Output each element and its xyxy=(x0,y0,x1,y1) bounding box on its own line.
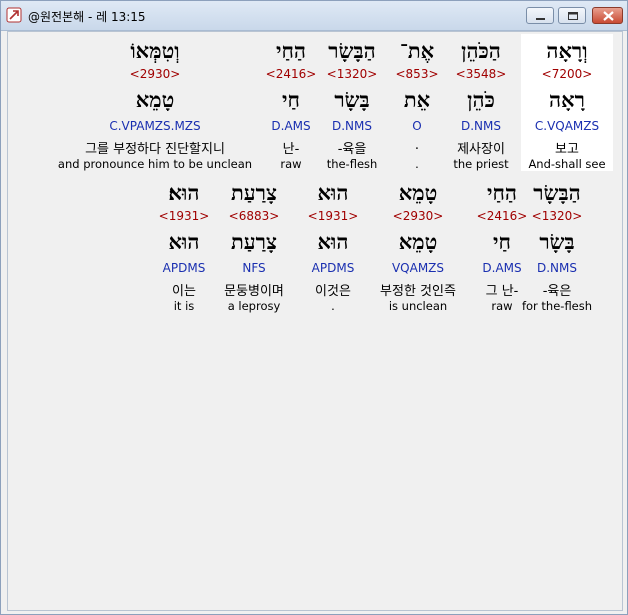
word-lemma: חַי xyxy=(282,87,300,112)
window-title: @원전본해 - 레 13:15 xyxy=(28,10,146,24)
word-hebrew: הַחַי xyxy=(486,180,518,205)
word-parse: NFS xyxy=(242,261,266,275)
word-korean: . xyxy=(414,138,420,153)
word-parse: D.NMS xyxy=(536,261,578,275)
word-lemma: רָאָה xyxy=(549,87,585,112)
word-hebrew: וְטִמְּאוֹ xyxy=(130,38,180,63)
minimize-button[interactable] xyxy=(526,7,554,24)
word-parse: APDMS xyxy=(311,261,355,275)
title-bar[interactable]: @원전본해 - 레 13:15 xyxy=(1,1,627,31)
word-parse: D.NMS xyxy=(460,119,502,133)
minimize-icon xyxy=(536,18,545,20)
word-strongs: <6883> xyxy=(228,209,280,223)
word-lemma: הוּא xyxy=(317,229,349,254)
word-english: it is xyxy=(173,299,195,313)
word-parse: C.VQAMZS xyxy=(534,119,600,133)
word-english: . xyxy=(415,157,419,171)
word-parse: APDMS xyxy=(162,261,206,275)
word-lemma: צָרַעַת xyxy=(230,229,278,254)
word-lemma: אֵת xyxy=(403,87,431,112)
word-lemma: הוּא xyxy=(168,229,200,254)
close-button[interactable] xyxy=(592,7,623,24)
word-english: and pronounce him to be unclean xyxy=(57,157,253,171)
word-hebrew: הַבָּשָׂר xyxy=(328,38,376,63)
word-hebrew: אֶת־ xyxy=(399,38,435,63)
word-english: the-flesh xyxy=(326,157,378,171)
word-english: raw xyxy=(280,157,302,171)
interlinear-view[interactable]: וְרָאָה <7200> רָאָה C.VQAMZS 보고 And-shall se… xyxy=(7,31,623,611)
word-lemma: כֹּהֵן xyxy=(467,87,495,112)
word-strongs: <1931> xyxy=(158,209,210,223)
word-parse: D.AMS xyxy=(271,119,311,133)
word-korean: 이것은 xyxy=(315,284,351,299)
word-korean: 그 난- xyxy=(485,284,519,299)
word-hebrew: הַחַי xyxy=(275,38,307,63)
word-english: . xyxy=(331,299,335,313)
word-strongs: <1320> xyxy=(531,209,583,223)
word-hebrew: הוּא xyxy=(317,180,349,205)
maximize-button[interactable] xyxy=(558,7,586,24)
word-korean: 난- xyxy=(282,142,300,157)
word-strongs: <2416> xyxy=(265,67,317,81)
word-english: is unclean xyxy=(388,299,448,313)
word-strongs: <3548> xyxy=(455,67,507,81)
word-parse: C.VPAMZS.MZS xyxy=(109,119,201,133)
word-strongs: <1320> xyxy=(326,67,378,81)
word-hebrew: טָמֵא xyxy=(398,180,438,205)
word-english: a leprosy xyxy=(227,299,281,313)
word-hebrew: הוּא׃ xyxy=(168,180,200,205)
word-korean: 부정한 것인즉 xyxy=(380,284,456,299)
word-parse: D.AMS xyxy=(482,261,522,275)
word-english: raw xyxy=(491,299,513,313)
word-lemma: חַי xyxy=(493,229,511,254)
app-icon xyxy=(6,7,22,23)
word-korean: 문둥병이며 xyxy=(224,284,284,299)
app-window: @원전본해 - 레 13:15 וְרָאָה <7200> רָאָה C.VQAM… xyxy=(0,0,628,615)
word-hebrew: הַכֹּהֵן xyxy=(461,38,501,63)
maximize-icon xyxy=(568,12,578,20)
word-strongs: <1931> xyxy=(307,209,359,223)
word-strongs: <2416> xyxy=(476,209,528,223)
word-korean: 그를 부정하다 진단할지니 xyxy=(85,142,225,157)
word-parse: D.NMS xyxy=(331,119,373,133)
word-lemma: טָמֵא xyxy=(398,229,438,254)
word-hebrew: צָרַעַת xyxy=(230,180,278,205)
word-korean: 보고 xyxy=(555,142,579,157)
word-lemma: בָּשָׂר xyxy=(334,87,370,112)
word-korean: -육을 xyxy=(337,142,367,157)
word-korean: 제사장이 xyxy=(457,142,505,157)
word-english: for the-flesh xyxy=(521,299,593,313)
word-parse: O xyxy=(412,119,422,133)
word-hebrew: וְרָאָה xyxy=(546,38,588,63)
word-korean: -육은 xyxy=(542,284,572,299)
word-parse: VQAMZS xyxy=(391,261,445,275)
close-icon xyxy=(603,11,614,21)
word-strongs: <2930> xyxy=(392,209,444,223)
word-strongs: <2930> xyxy=(129,67,181,81)
word-english: the priest xyxy=(453,157,509,171)
word-korean: 이는 xyxy=(172,284,196,299)
word-strongs: <853> xyxy=(395,67,439,81)
word-lemma: טָמֵא xyxy=(135,87,175,112)
word-hebrew: הַבָּשָׂר xyxy=(533,180,581,205)
word-english: And-shall see xyxy=(528,157,606,171)
word-strongs: <7200> xyxy=(541,67,593,81)
word-lemma: בָּשָׂר xyxy=(539,229,575,254)
